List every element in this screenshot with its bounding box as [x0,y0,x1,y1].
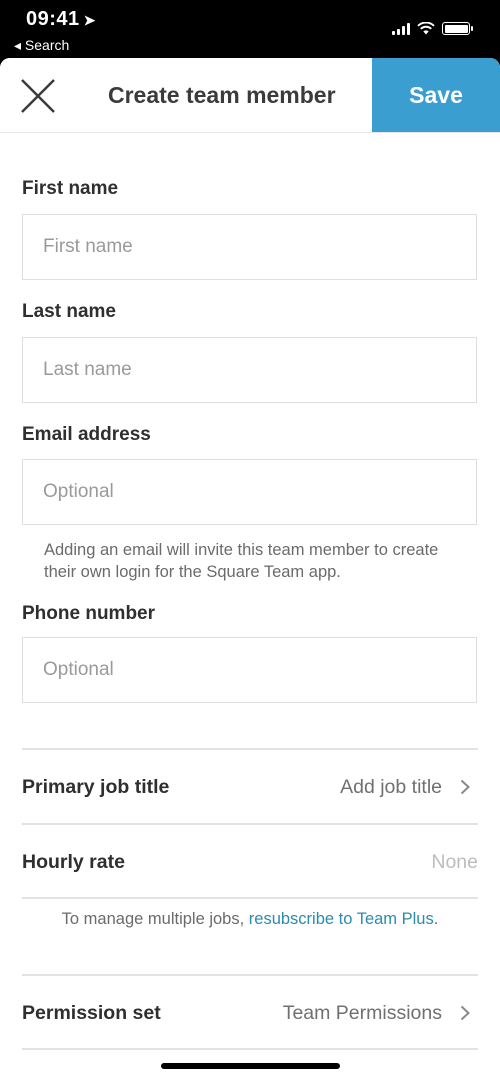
home-indicator[interactable] [161,1063,340,1069]
hourly-rate-row[interactable]: Hourly rate None [22,825,478,899]
first-name-label: First name [22,178,119,199]
last-name-label: Last name [22,301,116,322]
hourly-rate-value: None [431,850,478,873]
primary-job-title-value: Add job title [340,775,442,798]
phone-input[interactable] [22,637,477,703]
back-to-search-link[interactable]: ◂ Search [14,37,69,54]
email-input[interactable] [22,459,477,525]
battery-icon [442,22,473,35]
divider [22,1048,478,1050]
primary-job-title-label: Primary job title [22,775,170,798]
resubscribe-link[interactable]: resubscribe to Team Plus [249,910,434,928]
status-time: 09:41 ➤ [26,8,96,31]
cellular-signal-icon [392,22,410,35]
location-arrow-icon: ➤ [83,12,96,28]
time-text: 09:41 [26,8,80,30]
save-button[interactable]: Save [372,58,500,132]
email-label: Email address [22,424,151,445]
note-period: . [433,910,439,928]
page-title: Create team member [108,82,336,108]
header: Create team member Save [0,58,500,133]
team-plus-note: To manage multiple jobs, resubscribe to … [0,910,500,929]
phone-label: Phone number [22,603,156,624]
status-bar: 09:41 ➤ ◂ Search [0,0,500,60]
status-icons [392,22,473,35]
permission-set-value: Team Permissions [282,1001,442,1024]
create-team-member-sheet: Create team member Save First name Last … [0,58,500,1080]
primary-job-title-row[interactable]: Primary job title Add job title [22,750,478,824]
wifi-icon [417,22,435,35]
divider [22,897,478,899]
chevron-right-icon [460,779,470,795]
hourly-rate-label: Hourly rate [22,850,125,873]
permission-set-row[interactable]: Permission set Team Permissions [22,976,478,1050]
last-name-input[interactable] [22,337,477,403]
chevron-right-icon [460,1005,470,1021]
email-help-text: Adding an email will invite this team me… [44,541,439,581]
first-name-input[interactable] [22,214,477,280]
permission-set-label: Permission set [22,1001,161,1024]
note-text: To manage multiple jobs, [61,910,249,928]
close-icon[interactable] [18,76,58,116]
